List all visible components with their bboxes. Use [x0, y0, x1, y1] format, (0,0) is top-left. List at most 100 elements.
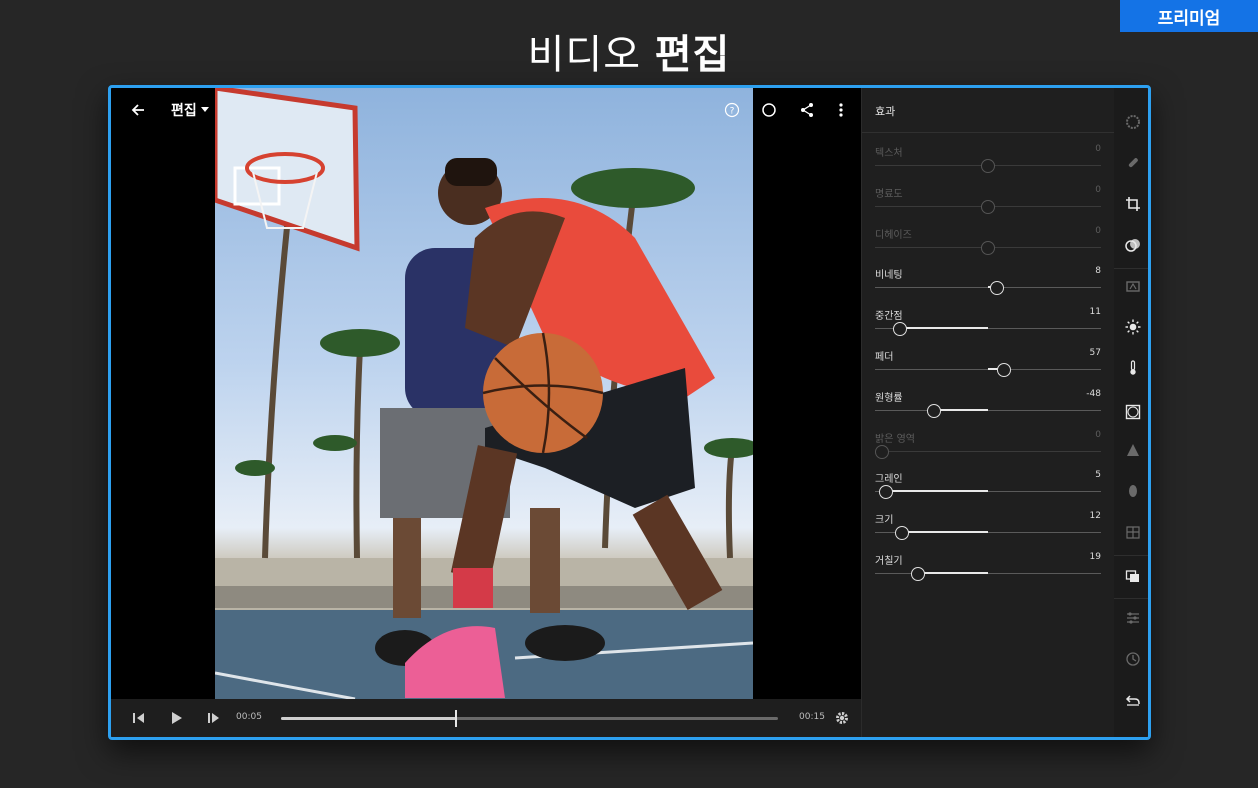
rail-divider [1114, 268, 1148, 269]
step-back-icon[interactable] [129, 708, 149, 728]
light-sun-icon[interactable] [1123, 317, 1143, 337]
slider-thumb[interactable] [996, 363, 1011, 377]
slider-label: 페더 [875, 352, 894, 363]
current-time: 00:05 [236, 712, 262, 722]
back-arrow-icon[interactable] [126, 98, 150, 122]
slider-label: 디헤이즈 [875, 229, 912, 241]
slider-row[interactable]: 원형률 -48 [875, 389, 1101, 429]
slider-thumb[interactable] [990, 281, 1005, 296]
slider-thumb[interactable] [910, 567, 925, 581]
slider-fill [933, 408, 988, 411]
viewer-topbar: 편집 ? [111, 88, 861, 132]
color-thermometer-icon[interactable] [1123, 358, 1143, 378]
auto-icon[interactable] [1123, 276, 1143, 296]
healing-brush-icon[interactable] [1123, 153, 1143, 173]
step-forward-icon[interactable] [204, 708, 224, 728]
slider-row[interactable]: 크기 12 [875, 511, 1101, 551]
effects-panel: 효과 텍스처 0 명료도 0 디헤이즈 0 비네팅 8 중간점 11 페더 57 원형률 -48 밝은 영역… [861, 88, 1115, 737]
headline-bold: 편집 [654, 32, 731, 78]
slider-track [875, 450, 1101, 452]
slider-value: 8 [1095, 266, 1101, 277]
compare-circle-icon[interactable] [757, 98, 781, 122]
share-icon[interactable] [795, 98, 819, 122]
slider-thumb[interactable] [892, 322, 907, 337]
chevron-down-icon [200, 107, 209, 112]
slider-fill [886, 490, 988, 493]
slider-row[interactable]: 중간점 11 [875, 307, 1101, 347]
slider-value: 19 [1089, 552, 1101, 562]
crop-icon[interactable] [1123, 194, 1143, 214]
slider-fill [917, 572, 988, 574]
slider-row: 밝은 영역 0 [875, 430, 1101, 470]
slider-value: 11 [1089, 307, 1101, 318]
rail-divider [1114, 555, 1148, 556]
slider-row: 디헤이즈 0 [875, 226, 1101, 266]
play-icon[interactable] [166, 708, 186, 728]
page: 프리미엄 비디오 편집 편집 ? 00:05 00:15 효과 텍스처 0 명료… [0, 0, 1258, 788]
slider-thumb[interactable] [879, 485, 894, 500]
timeline-progress [281, 717, 457, 720]
help-icon[interactable]: ? [720, 98, 744, 122]
masking-icon[interactable] [1123, 235, 1143, 255]
slider-row[interactable]: 그레인 5 [875, 470, 1101, 510]
svg-text:?: ? [730, 107, 735, 117]
presets-icon[interactable] [1123, 112, 1143, 132]
slider-row[interactable]: 거칠기 19 [875, 552, 1101, 592]
slider-value: 0 [1095, 429, 1101, 440]
slider-row: 명료도 0 [875, 185, 1101, 225]
slider-row[interactable]: 페더 57 [875, 348, 1101, 388]
slider-label: 비네팅 [875, 270, 903, 282]
headline-light: 비디오 [527, 32, 642, 78]
slider-thumb [875, 444, 889, 459]
slider-label: 밝은 영역 [875, 433, 915, 445]
edit-mode-dropdown[interactable]: 편집 [171, 100, 209, 120]
slider-value: 57 [1089, 348, 1101, 358]
slider-label: 텍스처 [875, 148, 903, 159]
slider-label: 그레인 [875, 474, 903, 486]
panel-divider [862, 132, 1115, 133]
preset-adjust-icon[interactable] [1123, 608, 1143, 628]
slider-label: 명료도 [875, 188, 903, 200]
rail-divider [1114, 598, 1148, 599]
slider-fill [902, 531, 988, 534]
slider-thumb [981, 159, 995, 173]
more-vertical-icon[interactable] [829, 98, 853, 122]
slider-value: 0 [1095, 144, 1101, 154]
slider-row[interactable]: 비네팅 8 [875, 266, 1101, 306]
slider-label: 원형률 [875, 392, 903, 404]
playhead[interactable] [455, 710, 458, 727]
slider-label: 거칠기 [875, 556, 903, 567]
undo-icon[interactable] [1123, 690, 1143, 710]
slider-row: 텍스처 0 [875, 144, 1101, 184]
video-viewer[interactable]: 편집 ? [111, 88, 861, 699]
active-tool-indicator [1148, 398, 1151, 426]
slider-label: 중간점 [875, 311, 903, 323]
slider-thumb[interactable] [926, 403, 941, 418]
slider-value: 0 [1095, 225, 1101, 236]
settings-gear-icon[interactable] [832, 708, 852, 728]
slider-thumb[interactable] [895, 526, 910, 541]
editor-window: 편집 ? 00:05 00:15 효과 텍스처 0 명료도 0 디헤이즈 0 비… [108, 85, 1151, 740]
slider-fill [899, 327, 988, 330]
panel-title: 효과 [875, 105, 896, 118]
geometry-icon[interactable] [1123, 522, 1143, 542]
end-time: 00:15 [799, 712, 825, 722]
timeline-scrubber[interactable] [281, 710, 778, 727]
tool-rail [1114, 88, 1151, 737]
detail-triangle-icon[interactable] [1123, 440, 1143, 460]
page-headline: 비디오 편집 [0, 22, 1258, 80]
slider-track[interactable] [875, 573, 1101, 574]
slider-label: 크기 [875, 515, 894, 527]
slider-value: 5 [1095, 470, 1101, 481]
slider-thumb [981, 240, 995, 255]
slider-track[interactable] [875, 409, 1101, 411]
edit-mode-label: 편집 [171, 103, 197, 119]
history-icon[interactable] [1123, 649, 1143, 669]
video-frame-image [215, 88, 753, 699]
effects-vignette-icon[interactable] [1123, 402, 1143, 422]
slider-thumb [981, 199, 995, 214]
optics-icon[interactable] [1123, 481, 1143, 501]
versions-icon[interactable] [1123, 566, 1143, 586]
slider-value: -48 [1086, 388, 1101, 399]
slider-value: 0 [1095, 184, 1101, 195]
